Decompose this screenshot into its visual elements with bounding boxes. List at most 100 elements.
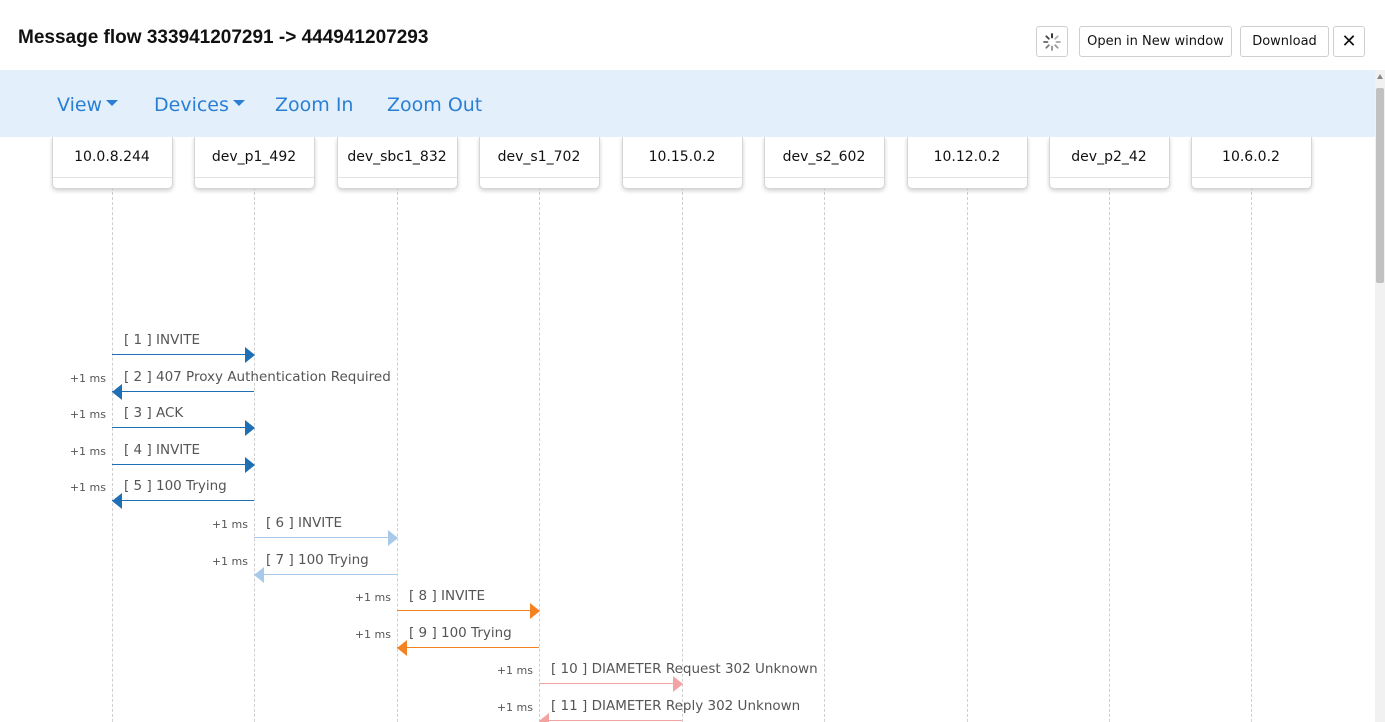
loading-spinner-icon: [1043, 32, 1061, 51]
message-line: [112, 463, 254, 465]
message-arrow[interactable]: +1 ms [ 2 ] 407 Proxy Authentication Requ…: [0, 369, 1375, 409]
devices-menu-label: Devices: [154, 94, 229, 116]
device-box[interactable]: dev_sbc1_832: [336, 137, 458, 189]
message-arrow[interactable]: +1 ms [ 8 ] INVITE: [0, 588, 1375, 628]
arrowhead-icon: [539, 713, 549, 722]
message-label: [ 2 ] 407 Proxy Authentication Required: [124, 368, 391, 385]
message-label: [ 1 ] INVITE: [124, 332, 201, 348]
message-line: [397, 646, 539, 648]
device-divider: [622, 177, 742, 178]
arrowhead-icon: [112, 383, 122, 400]
message-label: [ 10 ] DIAMETER Request 302 Unknown: [551, 661, 818, 678]
vertical-scrollbar[interactable]: [1375, 70, 1385, 722]
scroll-up-icon[interactable]: [1377, 74, 1383, 79]
header-bar: Message flow 333941207291 -> 44494120729…: [0, 0, 1385, 70]
toolbar: View Devices Zoom In Zoom Out: [0, 70, 1375, 137]
message-label: [ 8 ] INVITE: [409, 588, 486, 605]
message-label: [ 7 ] 100 Trying: [266, 551, 369, 568]
device-box[interactable]: 10.12.0.2: [906, 137, 1028, 189]
arrowhead-icon: [673, 676, 683, 693]
message-arrow[interactable]: [ 1 ] INVITE: [0, 332, 1375, 372]
message-label: [ 3 ] ACK: [124, 405, 184, 422]
sequence-diagram: 10.0.8.244 dev_p1_492 dev_sbc1_832 dev_s1_7…: [0, 137, 1375, 722]
scrollbar-thumb[interactable]: [1376, 88, 1384, 283]
device-label: 10.0.8.244: [74, 149, 150, 165]
device-divider: [1191, 177, 1311, 178]
message-arrow[interactable]: +1 ms [ 11 ] DIAMETER Reply 302 Unknown: [0, 698, 1375, 722]
device-label: dev_sbc1_832: [347, 149, 447, 165]
time-delta: +1 ms: [69, 444, 106, 458]
close-button[interactable]: ✕: [1333, 26, 1365, 57]
message-label: [ 9 ] 100 Trying: [409, 624, 512, 641]
device-divider: [764, 177, 884, 178]
device-label: dev_s2_602: [782, 149, 866, 165]
time-delta: +1 ms: [354, 591, 391, 605]
arrowhead-icon: [245, 420, 255, 437]
device-divider: [1049, 177, 1169, 178]
message-line: [254, 537, 397, 538]
device-divider: [194, 177, 314, 178]
device-box[interactable]: 10.0.8.244: [51, 137, 173, 189]
device-divider: [337, 177, 457, 178]
page-title: Message flow 333941207291 -> 44494120729…: [18, 27, 429, 48]
zoom-out-button[interactable]: Zoom Out: [387, 94, 482, 116]
message-line: [397, 610, 539, 612]
view-menu[interactable]: View: [57, 94, 119, 116]
device-box[interactable]: dev_s2_602: [763, 137, 885, 189]
arrowhead-icon: [112, 493, 122, 510]
message-label: [ 4 ] INVITE: [124, 441, 201, 458]
download-button[interactable]: Download: [1240, 26, 1329, 57]
device-box[interactable]: 10.15.0.2: [621, 137, 743, 189]
message-arrow[interactable]: +1 ms [ 5 ] 100 Trying: [0, 478, 1375, 518]
device-box[interactable]: 10.6.0.2: [1190, 137, 1312, 189]
message-line: [112, 427, 254, 429]
message-arrow[interactable]: +1 ms [ 10 ] DIAMETER Request 302 Unknown: [0, 661, 1375, 701]
time-delta: +1 ms: [69, 408, 106, 422]
message-arrow[interactable]: +1 ms [ 4 ] INVITE: [0, 442, 1375, 482]
message-line: [539, 683, 682, 685]
time-delta: +1 ms: [354, 627, 391, 641]
message-line: [254, 573, 397, 575]
message-arrow[interactable]: +1 ms [ 7 ] 100 Trying: [0, 552, 1375, 592]
device-box[interactable]: dev_p1_492: [193, 137, 315, 189]
devices-menu[interactable]: Devices: [154, 94, 245, 116]
open-new-window-button[interactable]: Open in New window: [1079, 26, 1232, 57]
message-label: [ 11 ] DIAMETER Reply 302 Unknown: [551, 698, 801, 714]
chevron-down-icon: [232, 99, 245, 106]
arrowhead-icon: [530, 603, 540, 620]
message-arrow[interactable]: +1 ms [ 6 ] INVITE: [0, 515, 1375, 555]
time-delta: +1 ms: [496, 701, 533, 714]
device-divider: [907, 177, 1027, 178]
device-box[interactable]: dev_s1_702: [478, 137, 600, 189]
device-divider: [52, 177, 172, 178]
time-delta: +1 ms: [496, 664, 533, 678]
device-label: dev_p1_492: [211, 149, 297, 165]
chevron-down-icon: [106, 99, 119, 106]
device-divider: [479, 177, 599, 178]
message-line: [539, 720, 682, 721]
message-line: [112, 390, 254, 392]
loading-button[interactable]: [1036, 26, 1068, 57]
device-label: dev_s1_702: [497, 149, 581, 165]
time-delta: +1 ms: [69, 371, 106, 385]
arrowhead-icon: [254, 566, 264, 583]
message-line: [112, 500, 254, 502]
arrowhead-icon: [397, 639, 407, 656]
device-box[interactable]: dev_p2_42: [1048, 137, 1170, 189]
device-label: 10.15.0.2: [648, 149, 716, 165]
time-delta: +1 ms: [211, 518, 248, 531]
view-menu-label: View: [57, 94, 103, 116]
time-delta: +1 ms: [69, 481, 106, 495]
zoom-in-button[interactable]: Zoom In: [275, 94, 353, 116]
message-arrow[interactable]: +1 ms [ 3 ] ACK: [0, 405, 1375, 445]
arrowhead-icon: [245, 456, 255, 473]
message-arrow[interactable]: +1 ms [ 9 ] 100 Trying: [0, 625, 1375, 665]
device-label: dev_p2_42: [1071, 149, 1147, 165]
time-delta: +1 ms: [211, 554, 248, 568]
close-icon: ✕: [1341, 31, 1357, 52]
message-label: [ 5 ] 100 Trying: [124, 478, 227, 495]
device-label: 10.12.0.2: [933, 149, 1001, 165]
device-label: 10.6.0.2: [1222, 149, 1280, 165]
arrowhead-icon: [245, 347, 255, 363]
message-line: [112, 354, 254, 355]
